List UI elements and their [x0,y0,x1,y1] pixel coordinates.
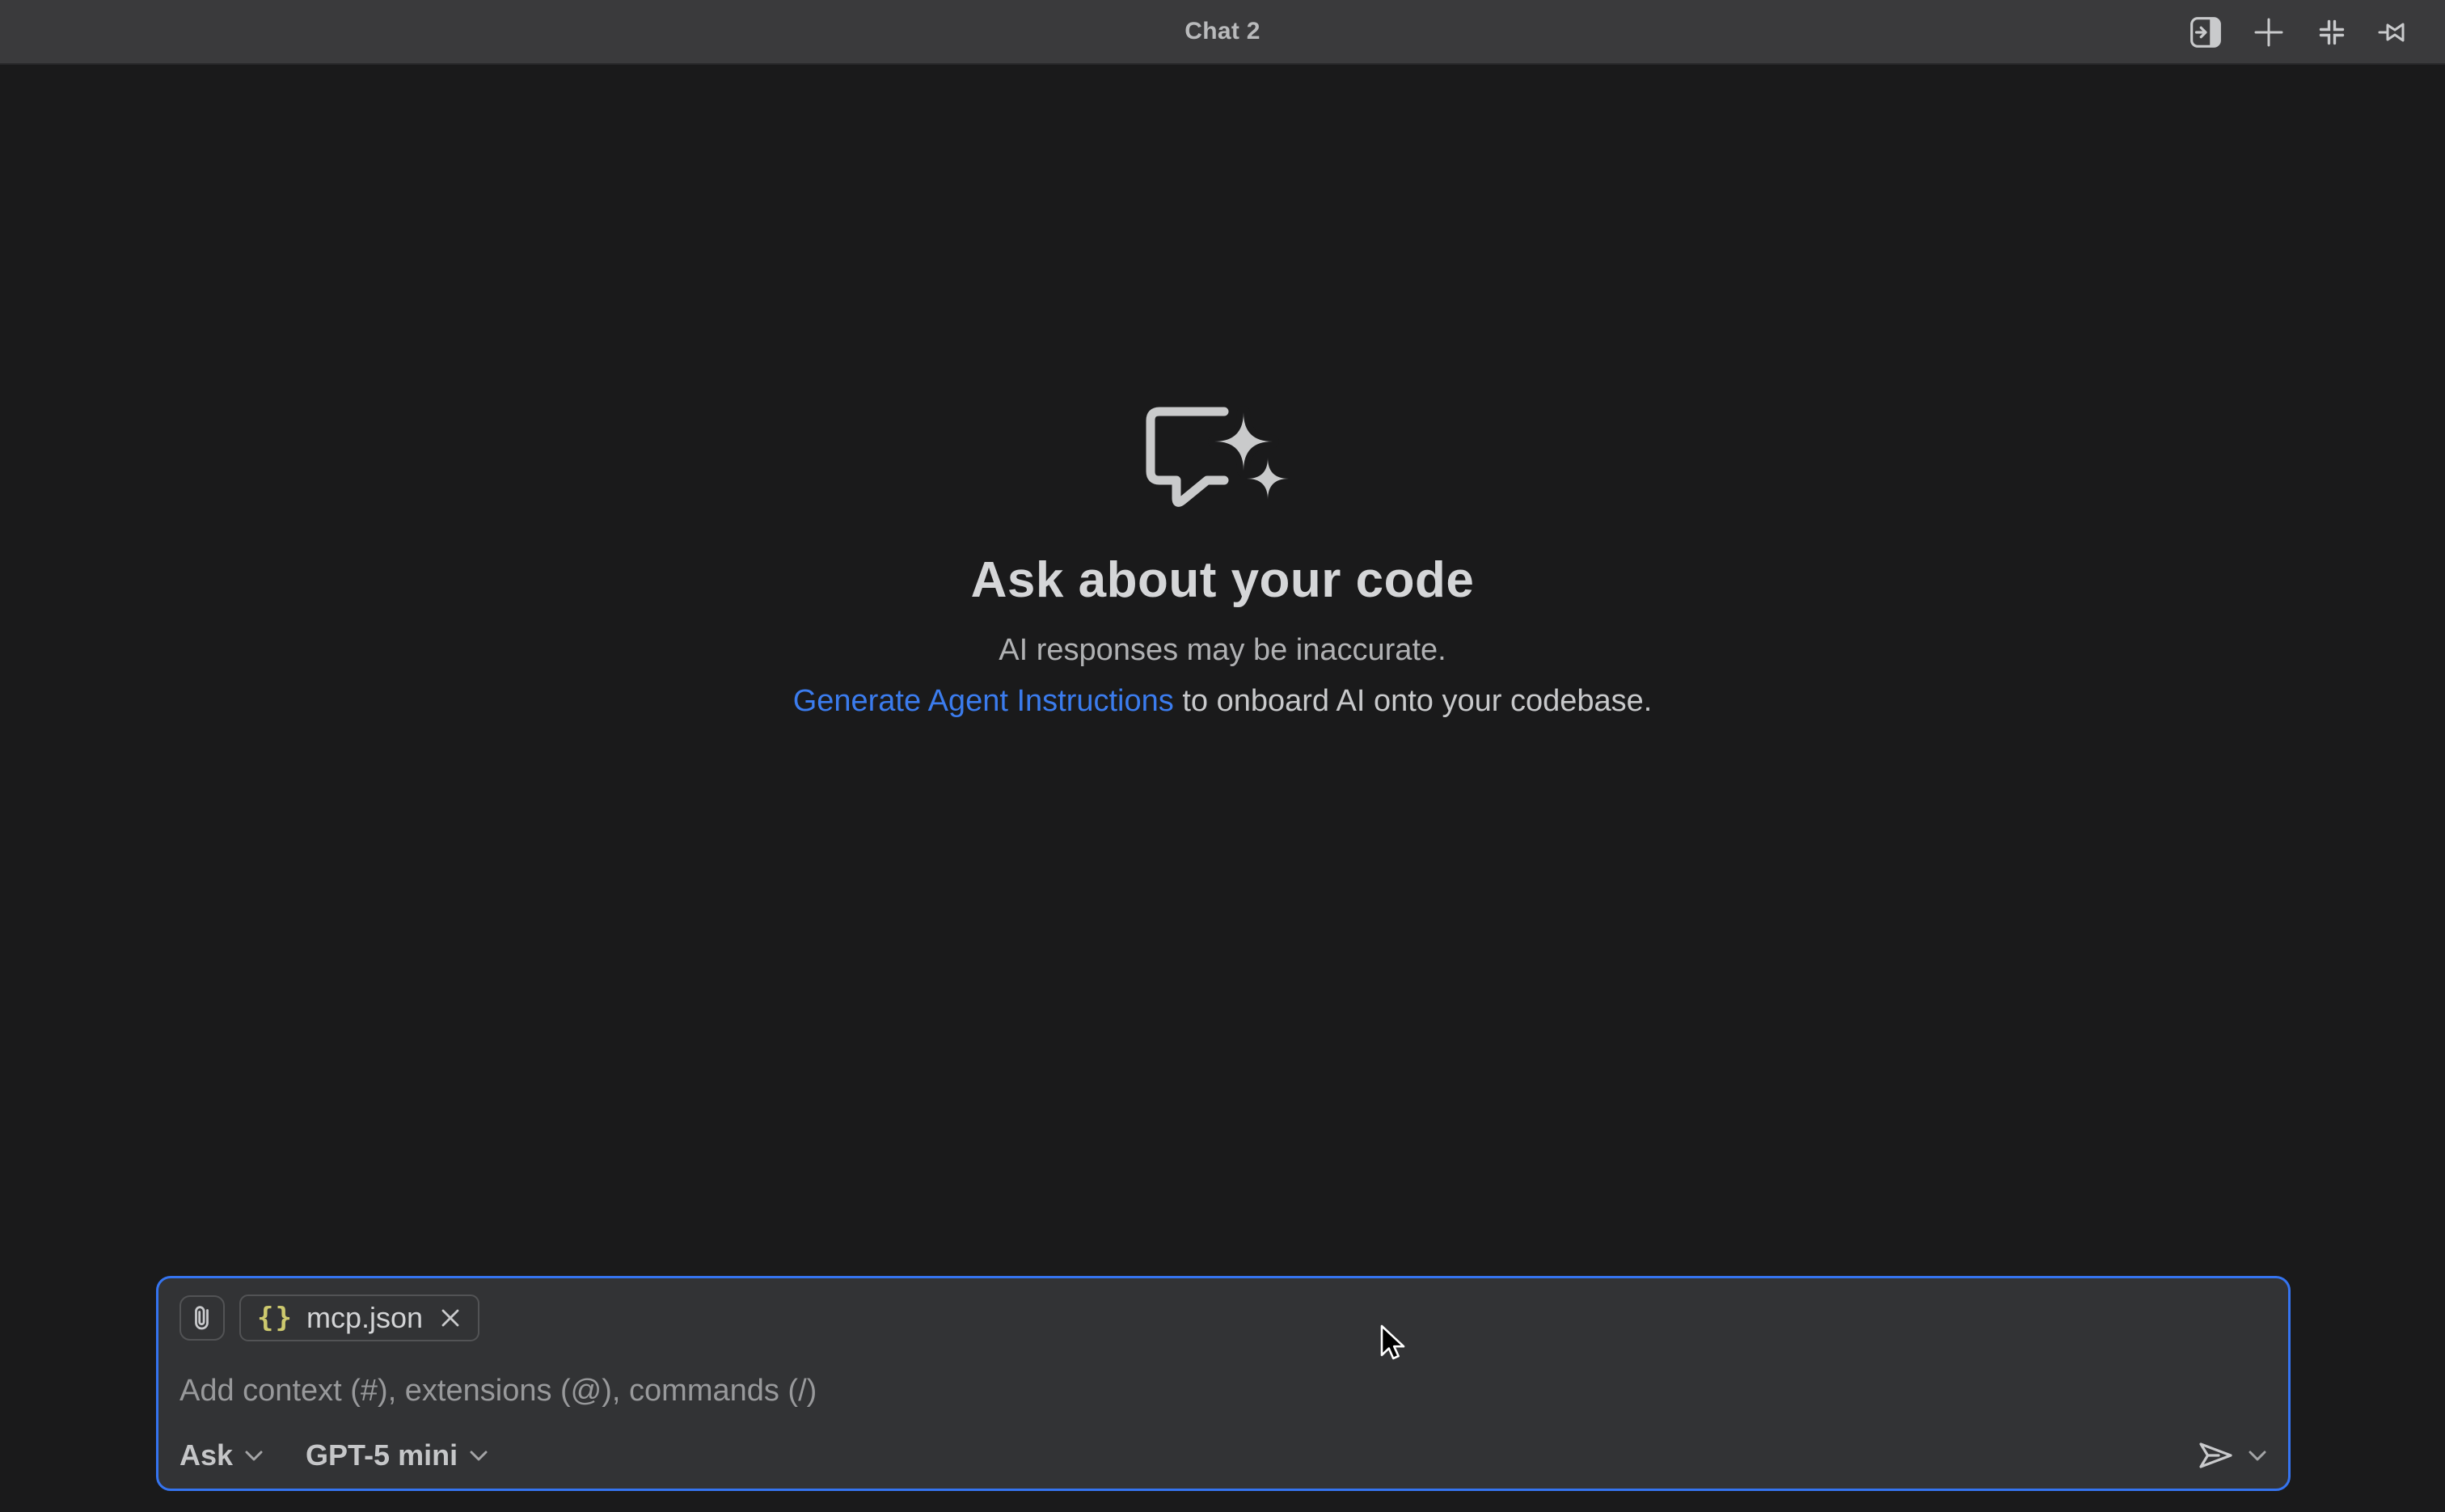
json-file-icon: {} [257,1302,293,1334]
chevron-down-icon [469,1450,488,1462]
send-button[interactable] [2196,1438,2235,1472]
generate-agent-instructions-link[interactable]: Generate Agent Instructions [793,684,1174,718]
dock-panel-icon[interactable] [2188,15,2223,50]
chat-titlebar: Chat 2 [0,0,2445,65]
chevron-down-icon [244,1450,264,1462]
empty-state-title: Ask about your code [971,551,1475,609]
composer-toolbar: Ask GPT-5 mini [179,1438,2267,1472]
send-options-chevron-icon[interactable] [2248,1450,2267,1462]
mode-selector[interactable]: Ask [179,1438,264,1472]
paper-plane-icon [2196,1438,2235,1472]
chat-bubble-sparkles-icon [1145,399,1300,514]
message-input-placeholder: Add context (#), extensions (@), command… [179,1374,817,1409]
onboard-suffix-text: to onboard AI onto your codebase. [1174,684,1653,718]
pin-icon[interactable] [2377,15,2413,50]
context-chip-row: {} mcp.json [179,1294,2267,1341]
context-chip-label: mcp.json [306,1301,423,1335]
model-selector-label: GPT-5 mini [306,1438,458,1472]
titlebar-actions [2188,0,2413,65]
chat-input-container[interactable]: {} mcp.json Add context (#), extensions … [156,1276,2291,1491]
new-chat-icon[interactable] [2251,15,2287,50]
onboard-line: Generate Agent Instructions to onboard A… [793,684,1653,719]
message-input[interactable]: Add context (#), extensions (@), command… [179,1371,2267,1411]
attach-file-button[interactable] [179,1295,225,1341]
ai-chat-panel: { "titlebar": { "title": "Chat 2", "icon… [0,0,2445,1512]
chat-title: Chat 2 [1184,18,1261,45]
model-selector[interactable]: GPT-5 mini [306,1438,488,1472]
ai-disclaimer-text: AI responses may be inaccurate. [999,633,1446,668]
collapse-icon[interactable] [2314,15,2350,50]
send-group [2196,1438,2267,1472]
context-chip-mcp-json[interactable]: {} mcp.json [239,1294,479,1341]
remove-context-icon[interactable] [439,1307,462,1329]
mode-selector-label: Ask [179,1438,233,1472]
